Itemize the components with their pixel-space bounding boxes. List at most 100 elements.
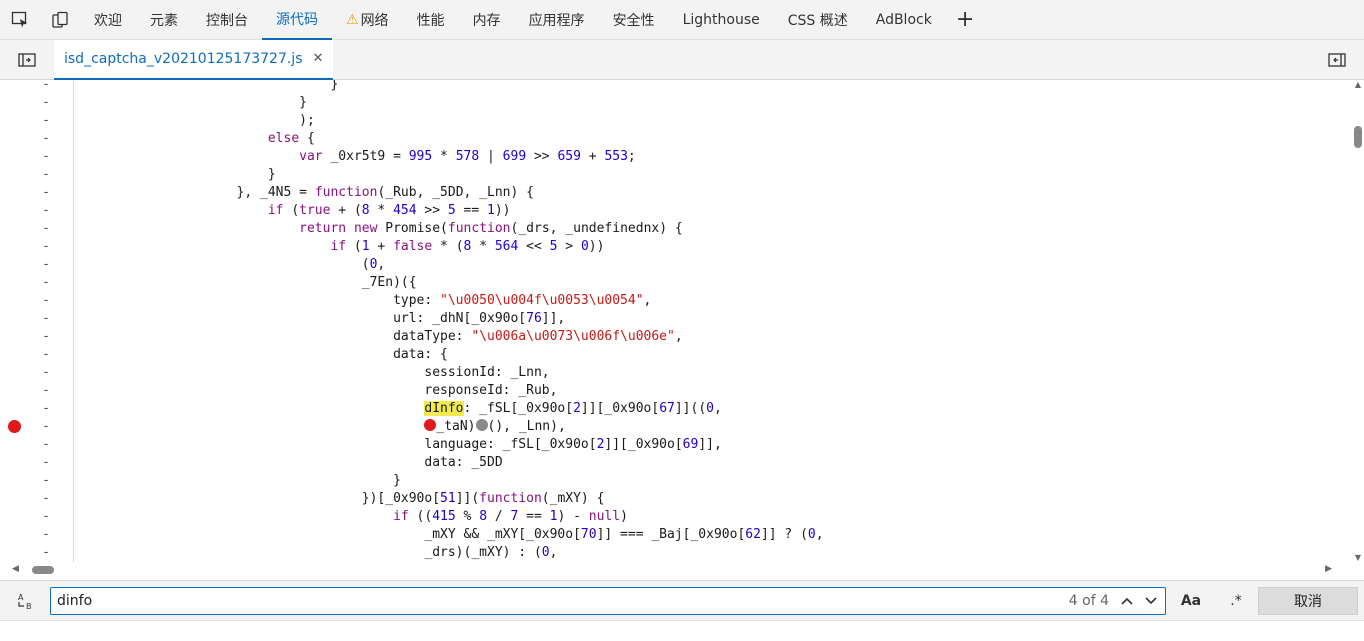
line-marker[interactable]: - (0, 94, 50, 112)
code-line[interactable]: - type: "\u0050\u004f\u0053\u0054", (0, 292, 1350, 310)
code-line[interactable]: - if ((415 % 8 / 7 == 1) - null) (0, 508, 1350, 526)
code-line[interactable]: - data: _5DD (0, 454, 1350, 472)
line-marker[interactable]: - (0, 112, 50, 130)
code-line[interactable]: - _7En)({ (0, 274, 1350, 292)
line-marker[interactable]: - (0, 346, 50, 364)
code-line[interactable]: - sessionId: _Lnn, (0, 364, 1350, 382)
next-match-icon[interactable] (1139, 589, 1163, 613)
line-marker[interactable]: - (0, 256, 50, 274)
code-line[interactable]: - }, _4N5 = function(_Rub, _5DD, _Lnn) { (0, 184, 1350, 202)
tab-2[interactable]: 控制台 (192, 0, 262, 40)
tab-label: 网络 (360, 12, 389, 29)
line-marker[interactable]: - (0, 148, 50, 166)
code-text: })[_0x90o[51]](function(_mXY) { (80, 491, 605, 506)
tab-label: 欢迎 (94, 12, 122, 29)
tab-9[interactable]: Lighthouse (669, 0, 774, 40)
scroll-left-icon[interactable]: ◀ (12, 564, 19, 574)
line-marker[interactable]: - (0, 166, 50, 184)
code-text: (0, (80, 257, 386, 272)
code-line[interactable]: - })[_0x90o[51]](function(_mXY) { (0, 490, 1350, 508)
toggle-debugger-icon[interactable] (1310, 40, 1364, 80)
device-emulation-icon[interactable] (40, 0, 80, 40)
line-marker[interactable]: - (0, 364, 50, 382)
inline-breakpoint-icon[interactable] (424, 419, 437, 431)
scroll-right-icon[interactable]: ▶ (1325, 564, 1332, 574)
code-line[interactable]: - url: _dhN[_0x90o[76]], (0, 310, 1350, 328)
code-line[interactable]: - language: _fSL[_0x90o[2]][_0x90o[69]], (0, 436, 1350, 454)
inline-breakpoint-inactive-icon[interactable] (475, 419, 488, 431)
tab-0[interactable]: 欢迎 (80, 0, 136, 40)
code-line[interactable]: - if (true + (8 * 454 >> 5 == 1)) (0, 202, 1350, 220)
line-marker[interactable]: - (0, 472, 50, 490)
cancel-button[interactable]: 取消 (1258, 587, 1358, 615)
horizontal-scroll-thumb[interactable] (32, 566, 54, 574)
line-marker[interactable]: - (0, 80, 50, 94)
code-line[interactable]: - } (0, 80, 1350, 94)
code-line[interactable]: - data: { (0, 346, 1350, 364)
add-tab-icon[interactable]: + (946, 7, 984, 32)
code-line[interactable]: - } (0, 94, 1350, 112)
tab-11[interactable]: AdBlock (862, 0, 946, 40)
svg-text:A: A (18, 593, 24, 602)
file-tab[interactable]: isd_captcha_v20210125173727.js ✕ (54, 39, 334, 80)
tab-10[interactable]: CSS 概述 (774, 0, 862, 40)
line-marker[interactable]: - (0, 202, 50, 220)
tab-1[interactable]: 元素 (136, 0, 192, 40)
line-marker[interactable]: - (0, 292, 50, 310)
tab-4[interactable]: ⚠ 网络 (332, 0, 403, 40)
line-marker[interactable]: - (0, 508, 50, 526)
source-file-bar: isd_captcha_v20210125173727.js ✕ (0, 39, 1364, 80)
scroll-down-icon[interactable]: ▼ (1355, 553, 1361, 562)
code-editor[interactable]: - } - } - ); - else {- var _0xr5t9 = 995 * … (0, 80, 1364, 562)
vertical-scrollbar[interactable]: ▲ ▼ (1350, 80, 1364, 562)
replace-toggle-icon[interactable]: AB (0, 581, 50, 621)
match-count: 4 of 4 (1068, 592, 1109, 609)
code-line[interactable]: - dInfo: _fSL[_0x90o[2]][_0x90o[67]]((0, (0, 400, 1350, 418)
line-marker[interactable]: - (0, 310, 50, 328)
previous-match-icon[interactable] (1115, 589, 1139, 613)
line-marker[interactable]: - (0, 454, 50, 472)
line-marker[interactable]: - (0, 220, 50, 238)
tab-label: 源代码 (276, 11, 318, 28)
breakpoint-icon[interactable] (8, 420, 21, 433)
code-line[interactable]: - (0, (0, 256, 1350, 274)
code-line[interactable]: - _drs)(_mXY) : (0, (0, 544, 1350, 562)
line-marker[interactable]: - (0, 544, 50, 562)
match-case-button[interactable]: Aa (1166, 593, 1216, 609)
code-line[interactable]: - responseId: _Rub, (0, 382, 1350, 400)
search-input[interactable] (51, 587, 951, 614)
line-marker[interactable]: - (0, 400, 50, 418)
line-marker[interactable]: - (0, 238, 50, 256)
line-marker[interactable]: - (0, 184, 50, 202)
code-line[interactable]: - } (0, 166, 1350, 184)
tab-3[interactable]: 源代码 (262, 0, 332, 40)
code-line[interactable]: - _mXY && _mXY[_0x90o[70]] === _Baj[_0x9… (0, 526, 1350, 544)
code-line[interactable]: - dataType: "\u006a\u0073\u006f\u006e", (0, 328, 1350, 346)
code-line[interactable]: - else { (0, 130, 1350, 148)
horizontal-scrollbar[interactable]: ◀ ▶ (0, 562, 1350, 578)
line-marker[interactable]: - (0, 328, 50, 346)
code-line[interactable]: - if (1 + false * (8 * 564 << 5 > 0)) (0, 238, 1350, 256)
code-line[interactable]: - var _0xr5t9 = 995 * 578 | 699 >> 659 +… (0, 148, 1350, 166)
code-line[interactable]: - _taN) (), _Lnn), (0, 418, 1350, 436)
file-tab-name: isd_captcha_v20210125173727.js (64, 50, 303, 67)
line-marker[interactable]: - (0, 382, 50, 400)
line-marker[interactable]: - (0, 436, 50, 454)
tab-5[interactable]: 性能 (403, 0, 459, 40)
close-icon[interactable]: ✕ (313, 51, 324, 66)
inspect-element-icon[interactable] (0, 0, 40, 40)
toggle-navigator-icon[interactable] (0, 40, 54, 80)
line-marker[interactable]: - (0, 490, 50, 508)
scroll-up-icon[interactable]: ▲ (1355, 80, 1361, 89)
code-line[interactable]: - } (0, 472, 1350, 490)
tab-7[interactable]: 应用程序 (515, 0, 599, 40)
code-line[interactable]: - ); (0, 112, 1350, 130)
line-marker[interactable]: - (0, 526, 50, 544)
tab-8[interactable]: 安全性 (599, 0, 669, 40)
tab-6[interactable]: 内存 (459, 0, 515, 40)
regex-button[interactable]: .* (1216, 593, 1256, 609)
line-marker[interactable]: - (0, 130, 50, 148)
line-marker[interactable]: - (0, 274, 50, 292)
vertical-scroll-thumb[interactable] (1354, 126, 1362, 148)
code-line[interactable]: - return new Promise(function(_drs, _und… (0, 220, 1350, 238)
